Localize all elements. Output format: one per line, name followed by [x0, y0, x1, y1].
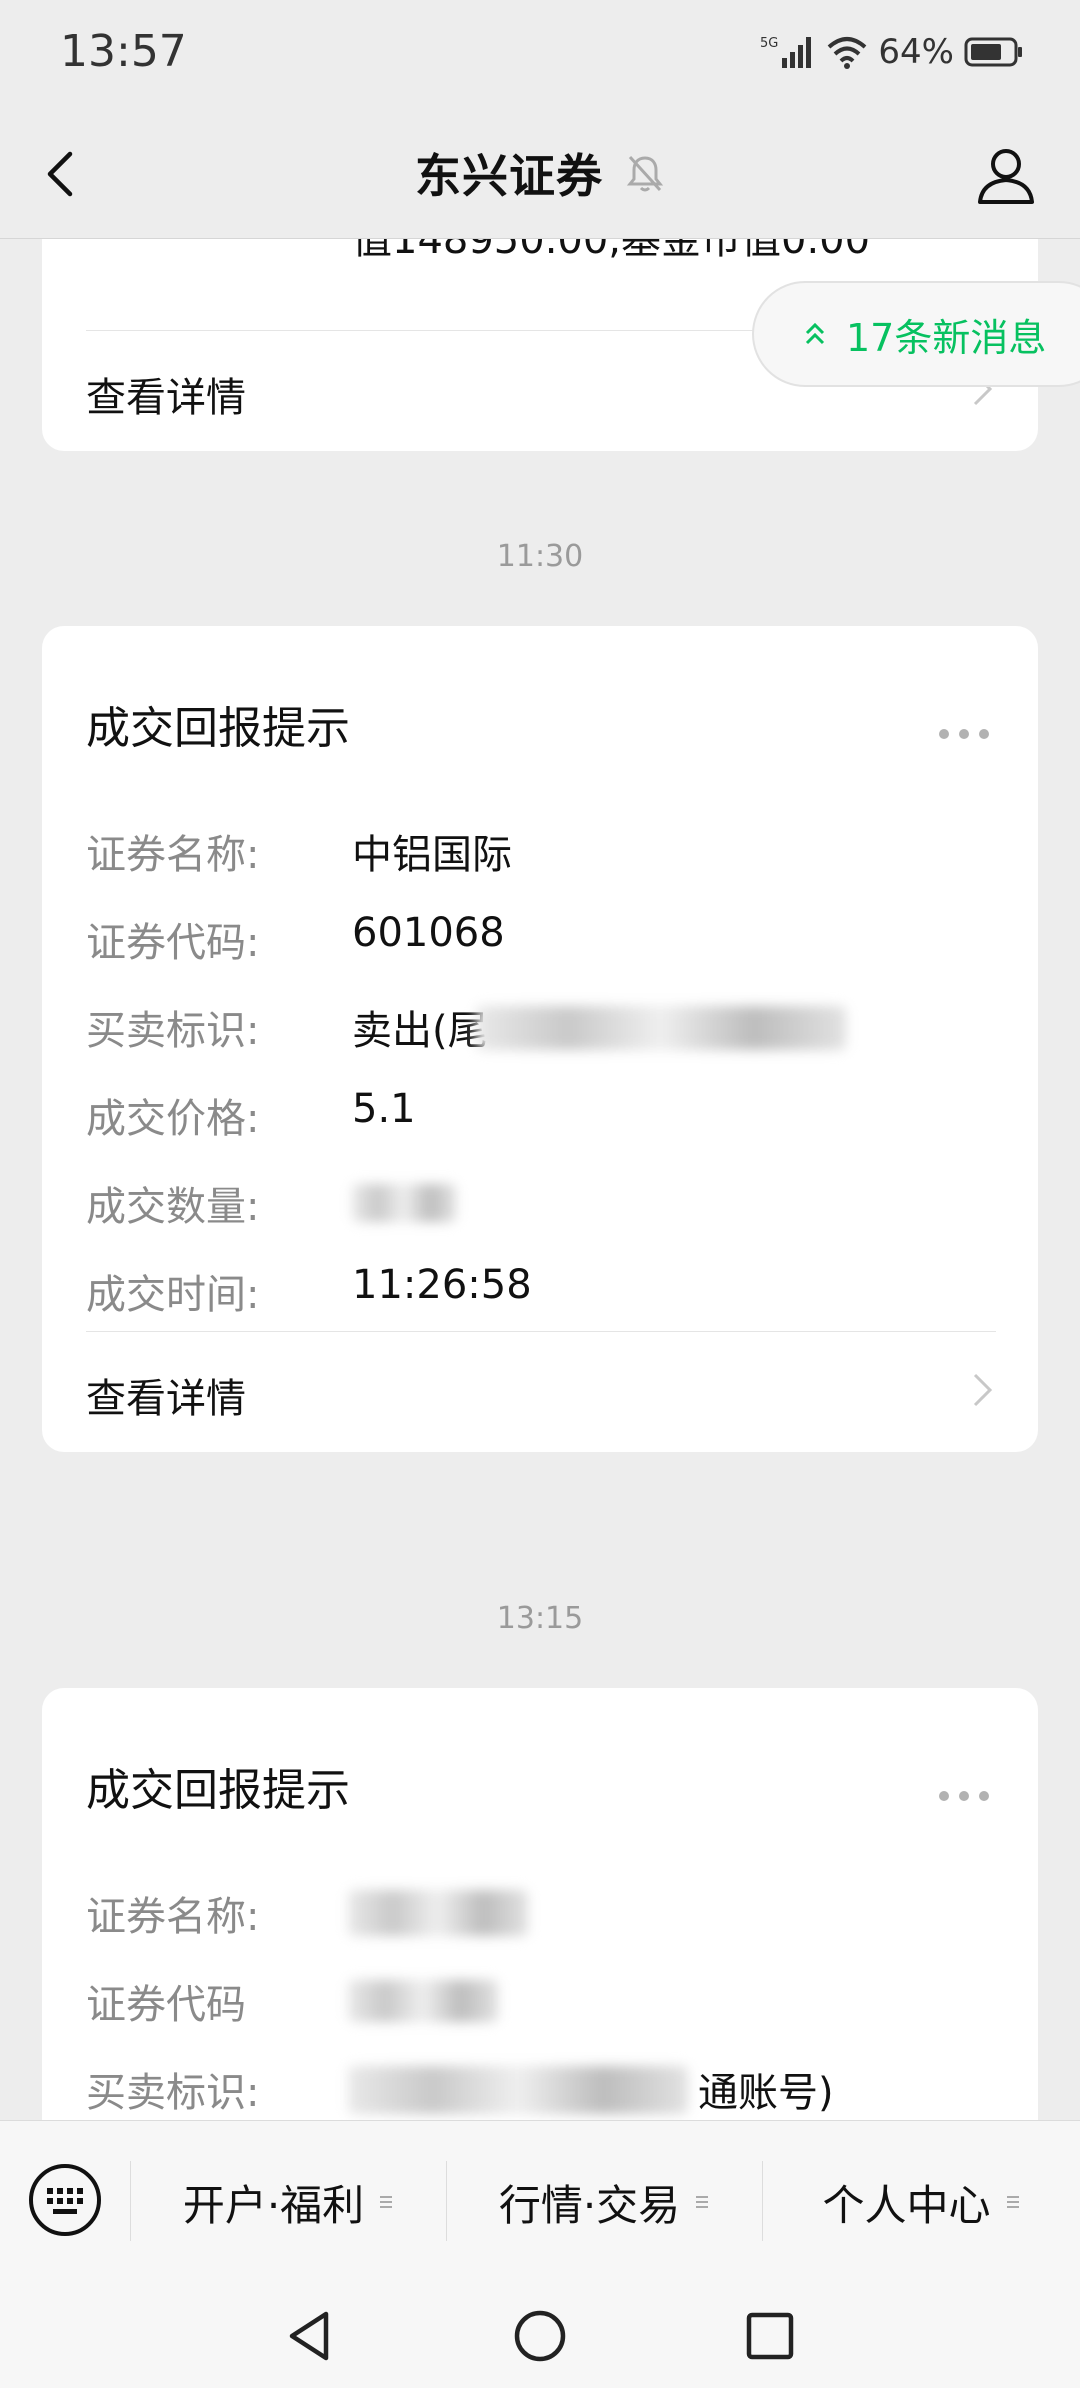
row-security-code: 证券代码: 601068	[86, 910, 1006, 970]
nav-recents-icon[interactable]	[740, 2306, 800, 2366]
trade-report-card: 成交回报提示 证券名称: 证券代码 买卖标识: 通账号)	[42, 1688, 1038, 2120]
redacted-block	[348, 2066, 688, 2114]
row-trade-direction: 买卖标识: 通账号)	[86, 2060, 1006, 2120]
row-security-name: 证券名称: 中铝国际	[86, 822, 1006, 882]
row-value: 5.1	[352, 1086, 416, 1132]
status-bar: 13:57 5G 64%	[0, 0, 1080, 110]
row-label: 证券代码	[86, 1982, 246, 2028]
partial-text: 值148950.00,基金市值0.00	[352, 239, 871, 263]
chat-title: 东兴证券	[415, 149, 603, 203]
row-label: 买卖标识:	[86, 1008, 260, 1054]
row-value: 601068	[352, 910, 505, 956]
new-messages-label: 17条新消息	[846, 315, 1047, 360]
submenu-icon	[380, 2196, 393, 2208]
row-value: 卖出(尾	[352, 1008, 488, 1054]
row-label: 成交时间:	[86, 1272, 260, 1318]
bell-off-icon	[626, 155, 664, 192]
keyboard-toggle-button[interactable]	[28, 2163, 102, 2237]
wifi-icon	[826, 35, 868, 69]
redacted-block	[348, 1980, 498, 2022]
row-value: 11:26:58	[352, 1262, 532, 1308]
trade-report-card: 成交回报提示 证券名称: 中铝国际 证券代码: 601068 买卖标识: 卖出(…	[42, 626, 1038, 1452]
row-label: 成交数量:	[86, 1184, 260, 1230]
more-icon[interactable]	[936, 1786, 992, 1806]
row-label: 证券代码:	[86, 920, 260, 966]
battery-percent: 64%	[878, 32, 954, 72]
card-divider	[86, 1331, 996, 1332]
timestamp: 11:30	[496, 539, 584, 574]
chat-title-area: 东兴证券	[0, 140, 1080, 206]
new-messages-button[interactable]: 17条新消息	[752, 281, 1080, 387]
network-type: 5G	[760, 36, 778, 51]
chevron-right-icon	[973, 1373, 993, 1407]
row-label: 证券名称:	[86, 1894, 260, 1940]
menu-open-account[interactable]: 开户·福利	[131, 2157, 446, 2247]
redacted-block	[348, 1890, 528, 1936]
card-title: 成交回报提示	[86, 1765, 350, 1816]
profile-button[interactable]	[974, 144, 1038, 208]
timestamp: 13:15	[496, 1601, 584, 1636]
signal-icon: 5G	[760, 34, 816, 70]
row-value: 通账号)	[698, 2070, 834, 2116]
view-details-link[interactable]: 查看详情	[86, 365, 246, 423]
status-indicators: 5G 64%	[760, 30, 1024, 74]
menu-label: 开户·福利	[182, 2180, 365, 2230]
system-navigation-bar	[0, 2280, 1080, 2388]
menu-label: 行情·交易	[498, 2180, 681, 2230]
more-icon[interactable]	[936, 724, 992, 744]
card-title: 成交回报提示	[86, 703, 350, 754]
keyboard-icon	[29, 2164, 101, 2236]
menu-label: 个人中心	[822, 2180, 991, 2230]
redacted-block	[476, 1006, 846, 1050]
row-trade-direction: 买卖标识: 卖出(尾	[86, 998, 1006, 1058]
row-trade-quantity: 成交数量:	[86, 1174, 1006, 1234]
redacted-block	[352, 1184, 456, 1222]
row-label: 证券名称:	[86, 832, 260, 878]
row-value: 中铝国际	[352, 832, 512, 878]
person-icon	[978, 149, 1034, 204]
chat-header: 东兴证券	[0, 110, 1080, 239]
nav-back-icon[interactable]	[280, 2306, 340, 2366]
row-trade-price: 成交价格: 5.1	[86, 1086, 1006, 1146]
nav-home-icon[interactable]	[510, 2306, 570, 2366]
row-security-name: 证券名称:	[86, 1884, 1006, 1944]
status-time: 13:57	[60, 26, 187, 77]
row-trade-time: 成交时间: 11:26:58	[86, 1262, 1006, 1322]
row-security-code: 证券代码	[86, 1972, 1006, 2032]
menu-personal-center[interactable]: 个人中心	[763, 2157, 1080, 2247]
view-details-link[interactable]: 查看详情	[86, 1366, 246, 1424]
submenu-icon	[696, 2196, 709, 2208]
menu-market-trade[interactable]: 行情·交易	[447, 2157, 762, 2247]
service-menu-bar: 开户·福利 行情·交易 个人中心	[0, 2120, 1080, 2281]
message-list[interactable]: 值148950.00,基金市值0.00 查看详情 11:30 成交回报提示 证券…	[0, 239, 1080, 2120]
double-chevron-up-icon	[805, 322, 825, 345]
submenu-icon	[1006, 2196, 1019, 2208]
row-label: 成交价格:	[86, 1096, 260, 1142]
battery-icon	[964, 36, 1024, 68]
row-label: 买卖标识:	[86, 2070, 260, 2116]
